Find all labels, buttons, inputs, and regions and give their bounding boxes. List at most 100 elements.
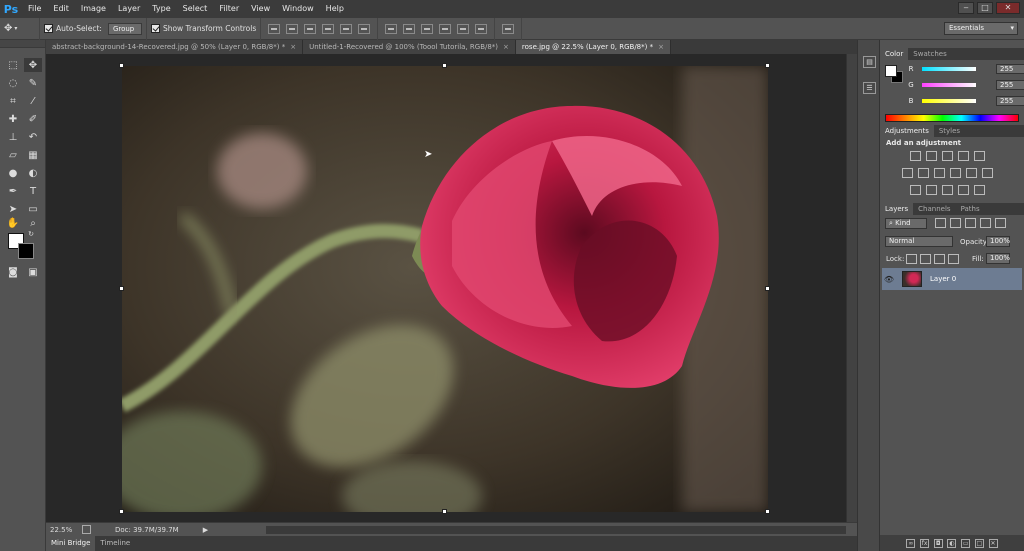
tab-layers[interactable]: Layers [880,203,914,215]
status-menu-arrow-icon[interactable]: ▶ [203,526,208,534]
selective-color-icon[interactable] [958,185,969,195]
eyedropper-tool-icon[interactable]: ⁄ [24,94,42,108]
curves-icon[interactable] [942,151,953,161]
new-layer-icon[interactable]: □ [974,538,984,548]
invert-icon[interactable] [910,185,921,195]
type-tool-icon[interactable]: T [24,184,42,198]
delete-layer-icon[interactable]: ✕ [988,538,998,548]
quick-mask-icon[interactable]: ◙ [4,265,22,279]
gradient-map-icon[interactable] [974,185,985,195]
black-white-icon[interactable] [934,168,945,178]
tab-untitled-1[interactable]: Untitled-1-Recovered @ 100% (Toool Tutor… [303,40,516,54]
close-icon[interactable]: × [290,43,296,51]
vertical-scrollbar[interactable] [846,54,857,522]
zoom-tool-icon[interactable]: ⌕ [24,216,42,230]
tab-adjustments[interactable]: Adjustments [880,125,934,137]
menu-window[interactable]: Window [276,0,320,18]
menu-edit[interactable]: Edit [47,0,75,18]
menu-file[interactable]: File [22,0,47,18]
layer-row[interactable]: 👁 Layer 0 [882,268,1022,290]
blue-slider[interactable]: B 255 [900,95,1024,107]
quick-select-tool-icon[interactable]: ✎ [24,76,42,90]
new-group-icon[interactable]: ▭ [961,538,971,548]
distribute-vcenter-icon[interactable] [403,23,416,34]
distribute-right-icon[interactable] [475,23,488,34]
distribute-bottom-icon[interactable] [421,23,434,34]
distribute-left-icon[interactable] [439,23,452,34]
tab-rose[interactable]: rose.jpg @ 22.5% (Layer 0, RGB/8*) * × [515,40,671,54]
lock-transparent-icon[interactable] [906,254,917,264]
shape-tool-icon[interactable]: ▭ [24,202,42,216]
dodge-tool-icon[interactable]: ◐ [24,166,42,180]
blue-track[interactable] [922,99,976,103]
transform-handle[interactable] [765,509,770,514]
tab-abstract-background[interactable]: abstract-background-14-Recovered.jpg @ 5… [46,40,304,54]
blue-value[interactable]: 255 [996,96,1024,106]
auto-select-dropdown[interactable]: Group [107,22,142,35]
tab-swatches[interactable]: Swatches [908,48,951,60]
color-spectrum[interactable] [885,114,1019,122]
tab-paths[interactable]: Paths [956,203,985,215]
crop-tool-icon[interactable]: ⌗ [4,94,22,108]
path-select-tool-icon[interactable]: ➤ [4,202,22,216]
show-transform-checkbox[interactable] [150,24,160,33]
auto-align-icon[interactable] [502,23,515,34]
tool-preset-picker[interactable]: ✥ ▾ [0,17,40,40]
brush-tool-icon[interactable]: ✐ [24,112,42,126]
menu-layer[interactable]: Layer [112,0,146,18]
filter-shape-icon[interactable] [980,218,991,228]
properties-panel-icon[interactable]: ☰ [863,82,876,94]
green-track[interactable] [922,83,976,87]
align-hcenter-icon[interactable] [340,23,353,34]
background-color-swatch[interactable] [18,243,34,259]
tab-styles[interactable]: Styles [934,125,965,137]
add-mask-icon[interactable]: ◘ [933,538,943,548]
maximize-button[interactable]: □ [977,2,993,14]
zoom-level[interactable]: 22.5% [50,526,80,534]
transform-handle[interactable] [765,63,770,68]
history-panel-icon[interactable]: ▤ [863,56,876,68]
align-right-icon[interactable] [358,23,371,34]
tab-mini-bridge[interactable]: Mini Bridge [46,536,96,551]
toolbar-grip[interactable] [0,40,45,48]
layer-name[interactable]: Layer 0 [930,275,956,283]
canvas-area[interactable]: ➤ [46,54,846,522]
filter-type-icon[interactable] [965,218,976,228]
menu-help[interactable]: Help [320,0,350,18]
close-icon[interactable]: × [503,43,509,51]
link-layers-icon[interactable]: ∞ [906,538,916,548]
menu-select[interactable]: Select [177,0,214,18]
tab-timeline[interactable]: Timeline [95,536,135,551]
red-value[interactable]: 255 [996,64,1024,74]
history-brush-tool-icon[interactable]: ↶ [24,130,42,144]
horizontal-scrollbar[interactable] [266,526,846,534]
marquee-tool-icon[interactable]: ⬚ [4,58,22,72]
align-bottom-icon[interactable] [304,23,317,34]
filter-adjustment-icon[interactable] [950,218,961,228]
transform-handle[interactable] [765,286,770,291]
eraser-tool-icon[interactable]: ▱ [4,148,22,162]
screen-mode-icon[interactable]: ▣ [24,265,42,279]
menu-view[interactable]: View [245,0,276,18]
auto-select-checkbox[interactable] [44,24,53,33]
lasso-tool-icon[interactable]: ◌ [4,76,22,90]
swap-colors-icon[interactable]: ↻ [26,229,36,239]
move-tool-icon[interactable]: ✥ [24,58,42,72]
align-top-icon[interactable] [268,23,281,34]
transform-handle[interactable] [119,63,124,68]
red-slider[interactable]: R 255 [900,63,1024,75]
close-icon[interactable]: × [658,43,664,51]
layer-style-icon[interactable]: fx [920,538,930,548]
minimize-button[interactable]: ‒ [958,2,974,14]
rose-photo[interactable] [122,66,768,512]
threshold-icon[interactable] [942,185,953,195]
eye-icon[interactable]: 👁 [882,275,896,284]
channel-mixer-icon[interactable] [966,168,977,178]
lock-pixels-icon[interactable] [920,254,931,264]
hand-tool-icon[interactable]: ✋ [4,216,22,230]
distribute-hcenter-icon[interactable] [457,23,470,34]
workspace-dropdown[interactable]: Essentials ▾ [944,22,1018,35]
lock-position-icon[interactable] [934,254,945,264]
new-adjustment-icon[interactable]: ◐ [947,538,957,548]
green-slider[interactable]: G 255 [900,79,1024,91]
